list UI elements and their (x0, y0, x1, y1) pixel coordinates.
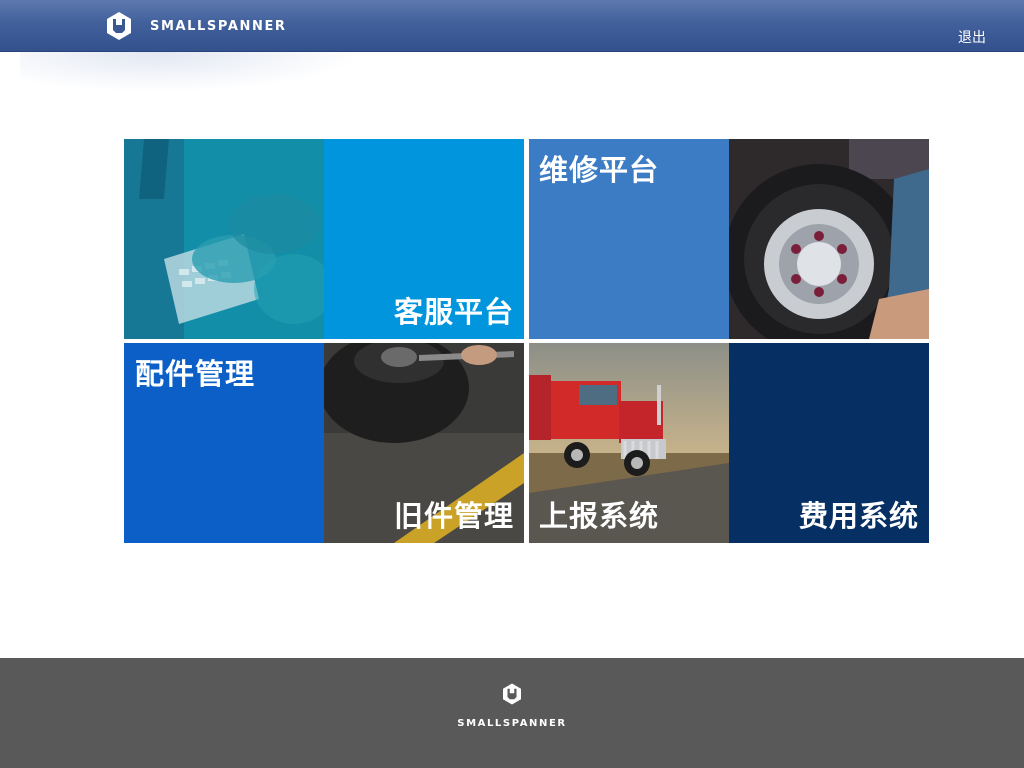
tile-parts-management-label: 配件管理 (135, 357, 256, 391)
spanner-logo-icon (107, 12, 131, 40)
red-truck-image: 上报系统 (529, 343, 729, 543)
tile-parts-management[interactable]: 旧件管理 配件管理 (124, 343, 524, 543)
truck-wheel-image (729, 139, 929, 339)
footer-brand-name: SMALLSPANNER (457, 718, 567, 729)
brand-name: SMALLSPANNER (150, 18, 287, 34)
tile-repair-platform-label: 维修平台 (539, 153, 660, 187)
top-bar: SMALLSPANNER 退出 (0, 0, 1024, 52)
logout-link[interactable]: 退出 (958, 27, 986, 47)
tile-customer-service-label: 客服平台 (393, 295, 514, 329)
footer: SMALLSPANNER (0, 658, 1024, 768)
tile-expense-system[interactable]: 费用系统 (729, 343, 929, 543)
module-grid: 客服平台 维修平台 旧件管理 配件管理 上报系统 费用系统 (124, 139, 929, 543)
tile-repair-platform[interactable]: 维修平台 (529, 139, 929, 339)
tile-old-parts-management-label: 旧件管理 (393, 499, 514, 533)
spanner-logo-icon (503, 683, 521, 705)
tile-old-parts-management[interactable]: 旧件管理 (324, 343, 524, 543)
tile-reporting-system[interactable]: 上报系统 费用系统 (529, 343, 929, 543)
tile-expense-system-label: 费用系统 (798, 499, 919, 533)
brand-logo[interactable]: SMALLSPANNER (103, 10, 287, 42)
typing-hands-image (124, 139, 324, 339)
footer-logo: SMALLSPANNER (0, 682, 1024, 729)
tile-customer-service[interactable]: 客服平台 (124, 139, 524, 339)
header-shadow (20, 52, 360, 92)
tile-reporting-system-label: 上报系统 (539, 499, 660, 533)
